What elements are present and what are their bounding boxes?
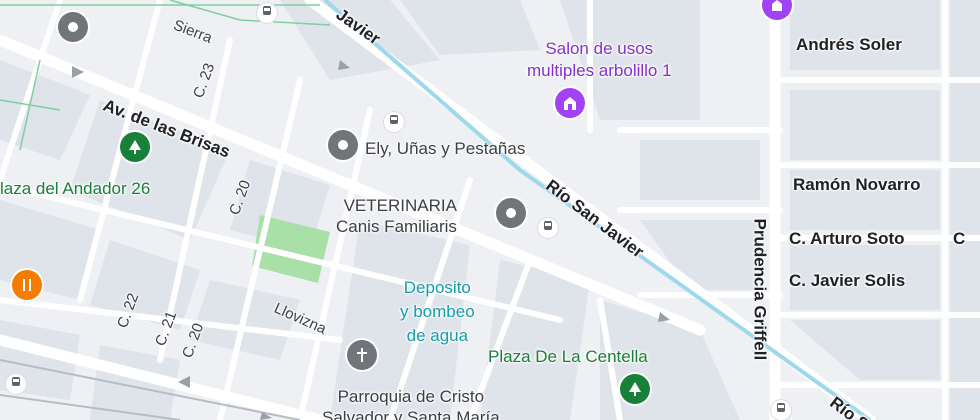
park-tree-icon	[128, 139, 142, 155]
bus-icon	[776, 401, 786, 419]
street-label-javier-solis: C. Javier Solis	[789, 271, 906, 290]
park-tree-icon	[628, 381, 642, 397]
park-pin-andador[interactable]	[120, 132, 150, 162]
restaurant-pin[interactable]	[12, 270, 42, 300]
poi-label-plaza-centella[interactable]: Plaza De La Centella	[488, 348, 648, 365]
poi-label-parroquia[interactable]: Parroquia de Cristo Salvador y Santa Mar…	[322, 386, 500, 420]
transit-stop[interactable]	[257, 3, 277, 23]
poi-label-deposito[interactable]: Deposito y bombeo de agua	[400, 276, 475, 348]
worship-pin-parroquia[interactable]	[347, 340, 377, 370]
church-cross-icon	[356, 347, 368, 363]
transit-stop[interactable]	[6, 374, 26, 394]
place-pin-icon	[67, 21, 79, 33]
venue-icon	[562, 95, 578, 111]
poi-label-plaza-andador[interactable]: laza del Andador 26	[0, 180, 150, 197]
transit-stop[interactable]	[384, 112, 404, 132]
bus-icon	[389, 113, 399, 131]
place-pin-topleft[interactable]	[58, 12, 88, 42]
street-label-arturo-soto: C. Arturo Soto	[789, 229, 905, 248]
transit-stop[interactable]	[538, 218, 558, 238]
place-pin-icon	[337, 139, 349, 151]
street-label-c-right: C	[953, 229, 966, 248]
transit-stop[interactable]	[771, 400, 791, 420]
street-label-ramon-novarro: Ramón Novarro	[793, 175, 921, 194]
street-label-andres-soler: Andrés Soler	[796, 35, 902, 54]
poi-label-ely[interactable]: Ely, Uñas y Pestañas	[365, 140, 525, 157]
place-pin-icon	[505, 207, 517, 219]
venue-pin-salon[interactable]	[555, 88, 585, 118]
restaurant-icon	[20, 278, 34, 292]
park-pin-centella[interactable]	[620, 374, 650, 404]
bus-icon	[11, 375, 21, 393]
bus-icon	[543, 219, 553, 237]
map-canvas[interactable]: Javier Av. de las Brisas Sierra C. 23 C.…	[0, 0, 980, 420]
poi-label-salon[interactable]: Salon de usos multiples arbolillo 1	[527, 38, 672, 82]
bus-icon	[262, 4, 272, 22]
venue-icon	[770, 0, 784, 12]
street-label-prudencia-griffell: Prudencia Griffell	[750, 218, 770, 361]
place-pin-veterinaria[interactable]	[496, 198, 526, 228]
poi-label-veterinaria[interactable]: VETERINARIA Canis Familiaris	[336, 195, 457, 237]
place-pin-ely[interactable]	[328, 130, 358, 160]
